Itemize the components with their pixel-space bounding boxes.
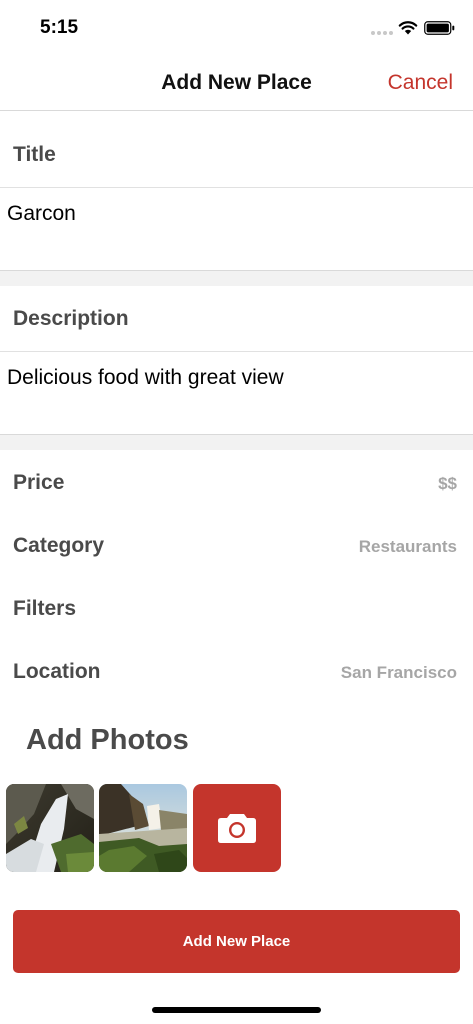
description-value: Delicious food with great view — [7, 366, 284, 389]
navigation-bar: Add New Place Cancel — [0, 56, 473, 111]
waterfall-photo-icon — [99, 784, 187, 872]
status-time: 5:15 — [40, 17, 79, 38]
battery-icon — [424, 21, 455, 35]
category-row[interactable]: Category Restaurants — [0, 522, 473, 572]
status-bar: 5:15 — [0, 0, 473, 56]
photo-thumbnail-1[interactable] — [6, 784, 94, 872]
title-section-header: Title — [0, 111, 473, 188]
wifi-icon — [398, 21, 418, 35]
home-indicator[interactable] — [152, 1007, 321, 1013]
category-value: Restaurants — [358, 537, 457, 556]
add-photo-camera-button[interactable] — [193, 784, 281, 872]
location-value: San Francisco — [340, 663, 457, 682]
title-value: Garcon — [7, 202, 76, 225]
signal-dots-icon — [371, 31, 393, 37]
category-label: Category — [13, 534, 105, 557]
price-row[interactable]: Price $$ — [0, 459, 473, 509]
waterfall-photo-icon — [6, 784, 94, 872]
price-label: Price — [13, 471, 65, 494]
section-divider — [0, 434, 473, 450]
price-value: $$ — [438, 474, 457, 493]
camera-icon — [218, 814, 256, 843]
description-label: Description — [13, 307, 129, 330]
filters-label: Filters — [13, 597, 77, 620]
filters-row[interactable]: Filters — [0, 585, 473, 635]
cancel-button[interactable]: Cancel — [388, 71, 453, 95]
photo-thumbnail-2[interactable] — [99, 784, 187, 872]
title-label: Title — [13, 143, 56, 166]
title-field[interactable]: Garcon — [0, 188, 473, 270]
description-section-header: Description — [0, 275, 473, 352]
add-new-place-button[interactable]: Add New Place — [13, 910, 460, 973]
description-field[interactable]: Delicious food with great view — [0, 352, 473, 434]
location-label: Location — [13, 660, 101, 683]
add-photos-title: Add Photos — [26, 724, 189, 756]
location-row[interactable]: Location San Francisco — [0, 648, 473, 698]
